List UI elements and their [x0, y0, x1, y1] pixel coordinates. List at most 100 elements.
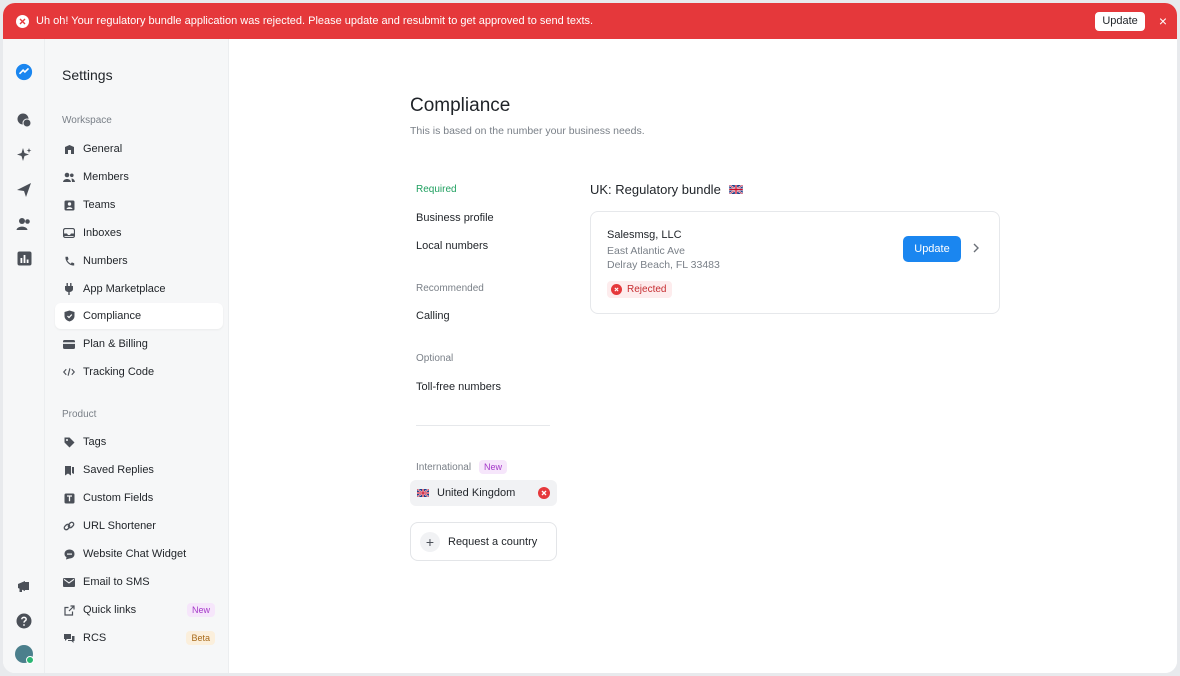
- page-title: Compliance: [410, 95, 511, 116]
- optional-label: Optional: [416, 353, 454, 364]
- sidebar-item-custom-fields[interactable]: Custom Fields: [55, 485, 223, 511]
- settings-sidebar: Settings Workspace General Members Teams…: [45, 39, 229, 673]
- status-label: Rejected: [627, 284, 667, 295]
- sidebar-item-label: Members: [83, 171, 129, 183]
- sidebar-item-label: Quick links: [83, 604, 137, 616]
- request-country-label: Request a country: [448, 535, 538, 548]
- sidebar-item-url-shortener[interactable]: URL Shortener: [55, 513, 223, 539]
- sidebar-item-email-to-sms[interactable]: Email to SMS: [55, 569, 223, 595]
- banner-update-button[interactable]: Update: [1095, 11, 1145, 31]
- nav-business-profile[interactable]: Business profile: [416, 212, 494, 224]
- sidebar-item-label: Tracking Code: [83, 366, 155, 378]
- address-line-2: Delray Beach, FL 33483: [607, 259, 720, 271]
- error-icon: [16, 14, 29, 28]
- new-badge: New: [479, 460, 508, 474]
- plug-icon: [63, 283, 75, 295]
- logo-icon[interactable]: [15, 63, 33, 81]
- building-icon: [63, 143, 75, 155]
- chat-icon[interactable]: [15, 111, 33, 129]
- link-icon: [63, 520, 75, 532]
- sidebar-item-label: Teams: [83, 199, 116, 211]
- new-badge: New: [186, 603, 215, 617]
- recommended-label: Recommended: [416, 283, 484, 294]
- reports-icon[interactable]: [15, 249, 33, 267]
- sidebar-item-label: RCS: [83, 632, 107, 644]
- sidebar-item-general[interactable]: General: [55, 136, 223, 162]
- sidebar-item-label: General: [83, 143, 123, 155]
- sidebar-item-label: Saved Replies: [83, 464, 154, 476]
- sidebar-item-label: Inboxes: [83, 227, 122, 239]
- contacts-icon[interactable]: [15, 215, 33, 233]
- request-country-button[interactable]: + Request a country: [410, 522, 557, 561]
- sidebar-item-label: Tags: [83, 436, 107, 448]
- help-icon[interactable]: [15, 612, 33, 630]
- app-window: Uh oh! Your regulatory bundle applicatio…: [3, 3, 1177, 673]
- send-icon[interactable]: [15, 181, 33, 199]
- sidebar-item-plan-billing[interactable]: Plan & Billing: [55, 331, 223, 357]
- nav-local-numbers[interactable]: Local numbers: [416, 240, 488, 252]
- sparkle-icon[interactable]: [15, 146, 33, 164]
- megaphone-icon[interactable]: [15, 577, 33, 595]
- sidebar-item-tags[interactable]: Tags: [55, 429, 223, 455]
- code-icon: [63, 366, 75, 378]
- update-button[interactable]: Update: [903, 236, 961, 262]
- close-icon[interactable]: ×: [1159, 14, 1167, 28]
- inbox-icon: [63, 227, 75, 239]
- sidebar-item-label: Website Chat Widget: [83, 548, 187, 560]
- sidebar-item-rcs[interactable]: RCS Beta: [55, 625, 223, 651]
- sidebar-item-website-chat-widget[interactable]: Website Chat Widget: [55, 541, 223, 567]
- sidebar-item-label: Custom Fields: [83, 492, 154, 504]
- banner-message: Uh oh! Your regulatory bundle applicatio…: [36, 15, 594, 27]
- nav-calling[interactable]: Calling: [416, 310, 450, 322]
- sidebar-item-app-marketplace[interactable]: App Marketplace: [55, 276, 223, 302]
- workspace-section-label: Workspace: [62, 115, 112, 126]
- product-section-label: Product: [62, 409, 97, 420]
- card-icon: [63, 338, 75, 350]
- sidebar-item-teams[interactable]: Teams: [55, 192, 223, 218]
- country-label: United Kingdom: [437, 487, 516, 499]
- plus-icon: +: [420, 531, 440, 552]
- phone-icon: [63, 255, 75, 267]
- address-line-1: East Atlantic Ave: [607, 245, 686, 257]
- sidebar-item-label: Compliance: [83, 310, 142, 322]
- mail-icon: [63, 576, 75, 588]
- rejected-icon: [538, 487, 550, 499]
- sidebar-item-compliance[interactable]: Compliance: [55, 303, 223, 329]
- sidebar-title: Settings: [62, 67, 113, 83]
- sidebar-item-label: Numbers: [83, 255, 128, 267]
- page-subtitle: This is based on the number your busines…: [410, 125, 645, 137]
- sidebar-item-numbers[interactable]: Numbers: [55, 248, 223, 274]
- teams-icon: [63, 199, 75, 211]
- shield-icon: [63, 310, 75, 322]
- bookmark-icon: [63, 464, 75, 476]
- status-badge: Rejected: [607, 281, 673, 298]
- uk-flag-icon: [417, 489, 429, 497]
- bundle-title: UK: Regulatory bundle: [590, 182, 743, 197]
- members-icon: [63, 171, 75, 183]
- chevron-right-icon[interactable]: [972, 242, 980, 254]
- sidebar-item-label: Plan & Billing: [83, 338, 148, 350]
- beta-badge: Beta: [186, 631, 215, 645]
- sidebar-item-label: URL Shortener: [83, 520, 156, 532]
- sidebar-item-inboxes[interactable]: Inboxes: [55, 220, 223, 246]
- field-icon: [63, 492, 75, 504]
- rcs-icon: [63, 632, 75, 644]
- country-item-united-kingdom[interactable]: United Kingdom: [410, 480, 557, 506]
- tag-icon: [63, 436, 75, 448]
- sidebar-item-saved-replies[interactable]: Saved Replies: [55, 457, 223, 483]
- business-name: Salesmsg, LLC: [607, 229, 682, 241]
- bundle-card[interactable]: Salesmsg, LLC East Atlantic Ave Delray B…: [590, 211, 1000, 314]
- international-text: International: [416, 461, 472, 473]
- error-banner: Uh oh! Your regulatory bundle applicatio…: [3, 3, 1177, 39]
- required-label: Required: [416, 184, 457, 195]
- sidebar-item-label: Email to SMS: [83, 576, 150, 588]
- rejected-icon: [611, 284, 622, 295]
- sidebar-item-tracking-code[interactable]: Tracking Code: [55, 359, 223, 385]
- sidebar-item-quick-links[interactable]: Quick links New: [55, 597, 223, 623]
- chat-bubble-icon: [63, 548, 75, 560]
- icon-rail: [3, 39, 45, 673]
- nav-toll-free-numbers[interactable]: Toll-free numbers: [416, 381, 501, 393]
- sidebar-item-members[interactable]: Members: [55, 164, 223, 190]
- avatar[interactable]: [15, 645, 34, 664]
- sidebar-item-label: App Marketplace: [83, 283, 166, 295]
